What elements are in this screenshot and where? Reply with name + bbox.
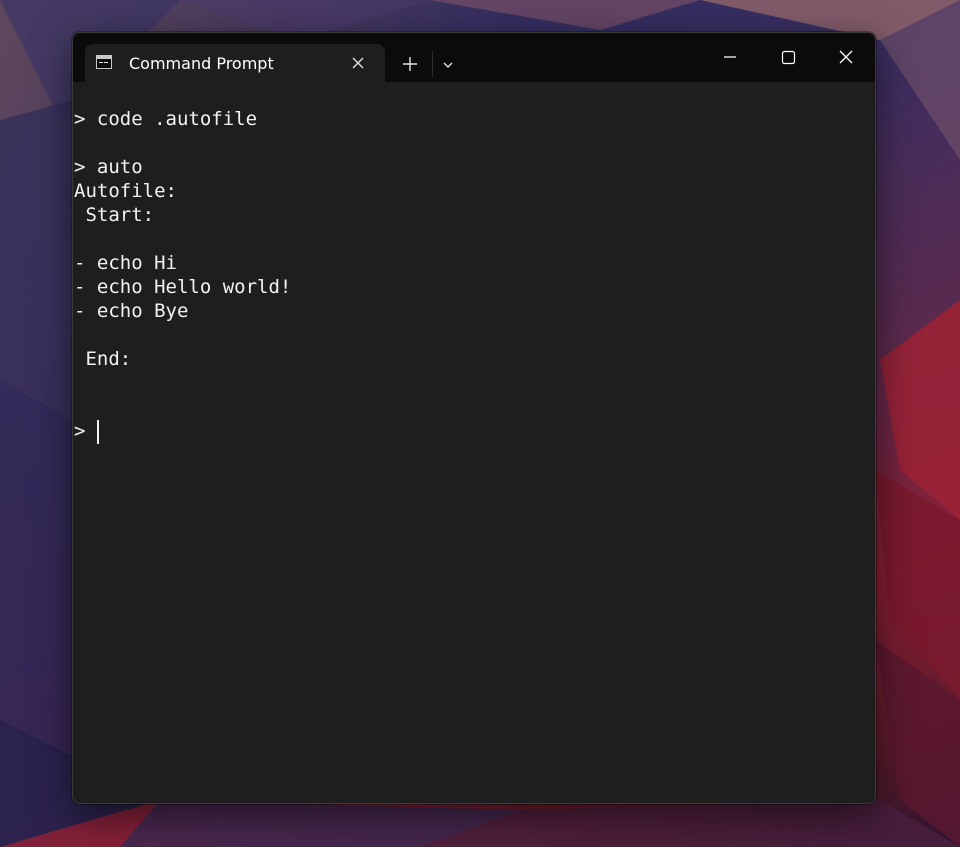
tab-title: Command Prompt xyxy=(129,54,274,73)
terminal-line: > code .autofile xyxy=(74,108,258,130)
terminal-line: Start: xyxy=(74,204,155,226)
command-prompt-icon xyxy=(96,55,112,69)
maximize-button[interactable] xyxy=(765,43,811,75)
tab-dropdown-button[interactable] xyxy=(437,54,459,76)
terminal-output[interactable]: > code .autofile > auto Autofile: Start:… xyxy=(73,82,875,803)
tab-close-button[interactable] xyxy=(348,53,368,73)
close-icon xyxy=(352,57,364,69)
chevron-down-icon xyxy=(443,62,453,68)
terminal-line: - echo Hello world! xyxy=(74,276,292,298)
close-button[interactable] xyxy=(823,43,869,75)
plus-icon xyxy=(403,57,417,71)
terminal-line: Autofile: xyxy=(74,180,177,202)
terminal-line: > auto xyxy=(74,156,143,178)
minimize-button[interactable] xyxy=(707,43,753,75)
maximize-icon xyxy=(781,50,796,65)
terminal-prompt-line: > xyxy=(74,420,97,442)
text-cursor xyxy=(97,420,99,444)
minimize-icon xyxy=(724,56,736,58)
terminal-line: - echo Hi xyxy=(74,252,177,274)
tab-command-prompt[interactable]: Command Prompt xyxy=(85,44,385,82)
close-icon xyxy=(839,50,853,64)
new-tab-button[interactable] xyxy=(398,52,422,76)
terminal-window: Command Prompt > code .autofile > auto A… xyxy=(72,32,876,804)
terminal-line: End: xyxy=(74,348,132,370)
tab-divider xyxy=(432,51,433,77)
terminal-line: - echo Bye xyxy=(74,300,189,322)
title-bar[interactable]: Command Prompt xyxy=(73,33,875,82)
